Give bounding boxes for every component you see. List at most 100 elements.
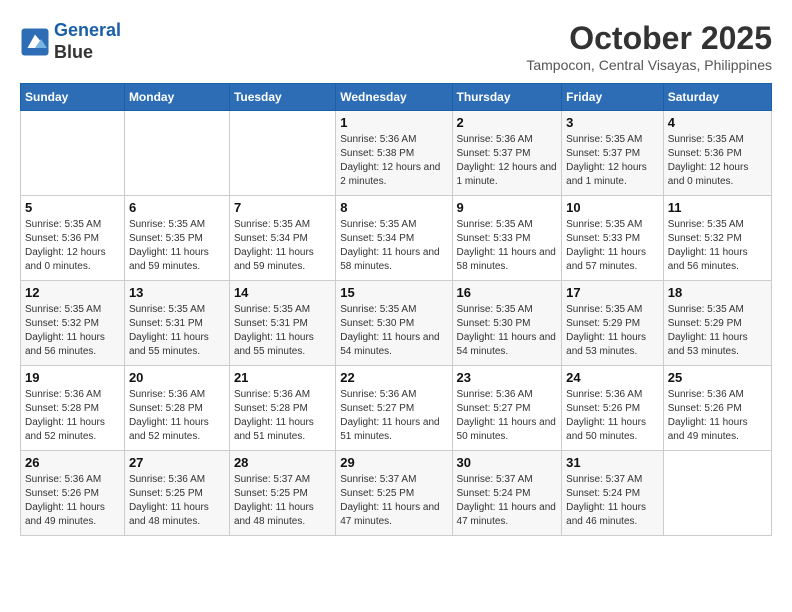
calendar-cell: 15 Sunrise: 5:35 AMSunset: 5:30 PMDayligh… [336,281,452,366]
day-number: 14 [234,285,331,300]
day-info: Sunrise: 5:36 AMSunset: 5:26 PMDaylight:… [25,473,120,529]
month-title: October 2025 [526,20,772,57]
calendar-cell: 9 Sunrise: 5:35 AMSunset: 5:33 PMDaylight… [452,196,562,281]
day-number: 22 [340,370,447,385]
calendar-cell: 8 Sunrise: 5:35 AMSunset: 5:34 PMDaylight… [336,196,452,281]
calendar-cell: 29 Sunrise: 5:37 AMSunset: 5:25 PMDayligh… [336,451,452,536]
day-info: Sunrise: 5:35 AMSunset: 5:36 PMDaylight:… [668,133,767,189]
day-number: 24 [566,370,659,385]
day-info: Sunrise: 5:36 AMSunset: 5:25 PMDaylight:… [129,473,225,529]
day-info: Sunrise: 5:36 AMSunset: 5:26 PMDaylight:… [668,388,767,444]
day-number: 23 [457,370,558,385]
calendar-cell: 26 Sunrise: 5:36 AMSunset: 5:26 PMDayligh… [21,451,125,536]
calendar-cell: 25 Sunrise: 5:36 AMSunset: 5:26 PMDayligh… [663,366,771,451]
day-number: 9 [457,200,558,215]
day-info: Sunrise: 5:35 AMSunset: 5:30 PMDaylight:… [457,303,558,359]
day-info: Sunrise: 5:35 AMSunset: 5:34 PMDaylight:… [234,218,331,274]
calendar-cell: 16 Sunrise: 5:35 AMSunset: 5:30 PMDayligh… [452,281,562,366]
day-info: Sunrise: 5:35 AMSunset: 5:33 PMDaylight:… [566,218,659,274]
weekday-header-sunday: Sunday [21,84,125,111]
calendar-cell: 2 Sunrise: 5:36 AMSunset: 5:37 PMDaylight… [452,111,562,196]
day-number: 10 [566,200,659,215]
location: Tampocon, Central Visayas, Philippines [526,57,772,73]
calendar-cell: 1 Sunrise: 5:36 AMSunset: 5:38 PMDaylight… [336,111,452,196]
day-number: 13 [129,285,225,300]
weekday-header-friday: Friday [562,84,664,111]
day-number: 3 [566,115,659,130]
day-info: Sunrise: 5:35 AMSunset: 5:30 PMDaylight:… [340,303,447,359]
calendar-cell: 10 Sunrise: 5:35 AMSunset: 5:33 PMDayligh… [562,196,664,281]
day-info: Sunrise: 5:35 AMSunset: 5:33 PMDaylight:… [457,218,558,274]
calendar-cell: 12Sunrise: 5:35 AMSunset: 5:32 PMDayligh… [21,281,125,366]
week-row-2: 5 Sunrise: 5:35 AMSunset: 5:36 PMDaylight… [21,196,772,281]
calendar-cell [124,111,229,196]
day-number: 7 [234,200,331,215]
day-number: 6 [129,200,225,215]
day-info: Sunrise: 5:35 AMSunset: 5:29 PMDaylight:… [566,303,659,359]
calendar-cell: 19Sunrise: 5:36 AMSunset: 5:28 PMDayligh… [21,366,125,451]
day-info: Sunrise: 5:35 AMSunset: 5:36 PMDaylight:… [25,218,120,274]
calendar-table: SundayMondayTuesdayWednesdayThursdayFrid… [20,83,772,536]
day-number: 26 [25,455,120,470]
day-info: Sunrise: 5:37 AMSunset: 5:25 PMDaylight:… [234,473,331,529]
day-info: Sunrise: 5:36 AMSunset: 5:28 PMDaylight:… [25,388,120,444]
day-info: Sunrise: 5:37 AMSunset: 5:24 PMDaylight:… [457,473,558,529]
logo-icon [20,27,50,57]
day-number: 2 [457,115,558,130]
day-number: 1 [340,115,447,130]
day-number: 28 [234,455,331,470]
calendar-cell: 14 Sunrise: 5:35 AMSunset: 5:31 PMDayligh… [229,281,335,366]
calendar-cell: 4Sunrise: 5:35 AMSunset: 5:36 PMDaylight… [663,111,771,196]
day-number: 15 [340,285,447,300]
day-info: Sunrise: 5:35 AMSunset: 5:34 PMDaylight:… [340,218,447,274]
day-info: Sunrise: 5:35 AMSunset: 5:32 PMDaylight:… [668,218,767,274]
calendar-cell [663,451,771,536]
calendar-cell: 20Sunrise: 5:36 AMSunset: 5:28 PMDayligh… [124,366,229,451]
weekday-header-tuesday: Tuesday [229,84,335,111]
day-number: 16 [457,285,558,300]
day-info: Sunrise: 5:35 AMSunset: 5:37 PMDaylight:… [566,133,659,189]
calendar-cell: 22 Sunrise: 5:36 AMSunset: 5:27 PMDayligh… [336,366,452,451]
calendar-cell: 23 Sunrise: 5:36 AMSunset: 5:27 PMDayligh… [452,366,562,451]
weekday-header-thursday: Thursday [452,84,562,111]
calendar-cell: 28 Sunrise: 5:37 AMSunset: 5:25 PMDayligh… [229,451,335,536]
day-number: 30 [457,455,558,470]
day-info: Sunrise: 5:35 AMSunset: 5:35 PMDaylight:… [129,218,225,274]
day-number: 11 [668,200,767,215]
calendar-cell: 7 Sunrise: 5:35 AMSunset: 5:34 PMDaylight… [229,196,335,281]
calendar-cell: 3 Sunrise: 5:35 AMSunset: 5:37 PMDaylight… [562,111,664,196]
day-info: Sunrise: 5:35 AMSunset: 5:31 PMDaylight:… [234,303,331,359]
day-number: 20 [129,370,225,385]
calendar-cell: 18Sunrise: 5:35 AMSunset: 5:29 PMDayligh… [663,281,771,366]
day-info: Sunrise: 5:36 AMSunset: 5:27 PMDaylight:… [457,388,558,444]
day-number: 5 [25,200,120,215]
day-info: Sunrise: 5:35 AMSunset: 5:32 PMDaylight:… [25,303,120,359]
calendar-cell [229,111,335,196]
day-info: Sunrise: 5:36 AMSunset: 5:37 PMDaylight:… [457,133,558,189]
calendar-cell: 17 Sunrise: 5:35 AMSunset: 5:29 PMDayligh… [562,281,664,366]
week-row-3: 12Sunrise: 5:35 AMSunset: 5:32 PMDayligh… [21,281,772,366]
day-number: 31 [566,455,659,470]
week-row-1: 1 Sunrise: 5:36 AMSunset: 5:38 PMDaylight… [21,111,772,196]
page-header: General Blue October 2025 Tampocon, Cent… [20,20,772,73]
logo: General Blue [20,20,121,63]
day-info: Sunrise: 5:36 AMSunset: 5:28 PMDaylight:… [234,388,331,444]
calendar-cell [21,111,125,196]
weekday-header-saturday: Saturday [663,84,771,111]
calendar-cell: 31Sunrise: 5:37 AMSunset: 5:24 PMDayligh… [562,451,664,536]
day-info: Sunrise: 5:36 AMSunset: 5:26 PMDaylight:… [566,388,659,444]
day-info: Sunrise: 5:36 AMSunset: 5:38 PMDaylight:… [340,133,447,189]
day-number: 17 [566,285,659,300]
day-number: 21 [234,370,331,385]
day-info: Sunrise: 5:36 AMSunset: 5:27 PMDaylight:… [340,388,447,444]
calendar-cell: 30 Sunrise: 5:37 AMSunset: 5:24 PMDayligh… [452,451,562,536]
day-number: 25 [668,370,767,385]
weekday-header-wednesday: Wednesday [336,84,452,111]
calendar-cell: 24 Sunrise: 5:36 AMSunset: 5:26 PMDayligh… [562,366,664,451]
day-number: 29 [340,455,447,470]
day-number: 8 [340,200,447,215]
calendar-cell: 13Sunrise: 5:35 AMSunset: 5:31 PMDayligh… [124,281,229,366]
weekday-header-row: SundayMondayTuesdayWednesdayThursdayFrid… [21,84,772,111]
title-area: October 2025 Tampocon, Central Visayas, … [526,20,772,73]
day-info: Sunrise: 5:37 AMSunset: 5:25 PMDaylight:… [340,473,447,529]
